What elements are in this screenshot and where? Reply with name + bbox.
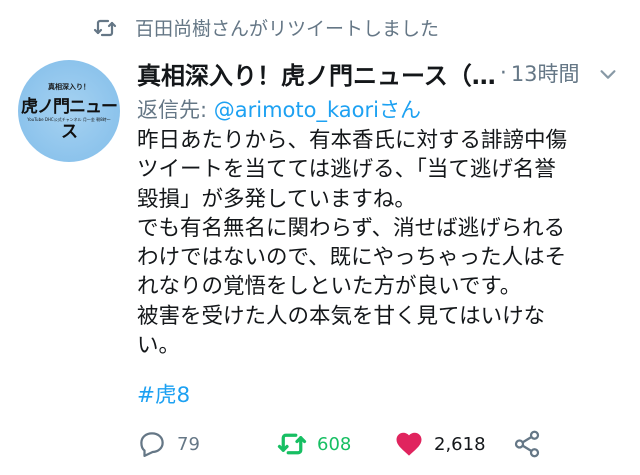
heart-icon (396, 432, 422, 456)
avatar[interactable]: 真相深入り！ 虎ノ門ニュース YouTube DHC公式チャンネル 月〜金 朝8… (18, 60, 120, 162)
share-icon (514, 430, 540, 458)
share-button[interactable] (512, 424, 542, 464)
avatar-sub-text: YouTube DHC公式チャンネル 月〜金 朝8時〜 (27, 117, 111, 122)
reply-to-suffix: さん (378, 98, 421, 122)
tweet-text: 昨日あたりから、有本香氏に対する誹謗中傷 ツイートを当てては逃げる、「当て逃げ名… (137, 128, 568, 359)
retweet-icon (277, 433, 307, 455)
reply-to-line: 返信先: @arimoto_kaoriさん (137, 94, 421, 124)
like-count: 2,618 (434, 433, 486, 455)
tweet-header: 真相深入り！虎ノ門ニュース（… · 13時間 (137, 56, 627, 90)
avatar-top-text: 真相深入り！ (48, 83, 90, 91)
retweet-icon (93, 19, 117, 36)
like-button[interactable]: 2,618 (394, 424, 486, 464)
retweet-count: 608 (317, 433, 352, 455)
reply-mention-link[interactable]: @arimoto_kaori (214, 98, 379, 122)
display-name[interactable]: 真相深入り！虎ノ門ニュース（… (137, 56, 496, 91)
separator-dot: · (499, 60, 507, 86)
reply-button[interactable]: 79 (137, 424, 200, 464)
timestamp[interactable]: 13時間 (511, 58, 580, 88)
retweet-notice[interactable]: 百田尚樹さんがリツイートしました (93, 14, 439, 41)
reply-count: 79 (177, 433, 200, 455)
reply-icon (140, 432, 164, 457)
retweet-notice-text: 百田尚樹さんがリツイートしました (135, 18, 440, 40)
reply-to-prefix: 返信先: (137, 98, 214, 122)
tweet-actions: 79 608 2,618 (137, 424, 617, 464)
retweet-button[interactable]: 608 (277, 424, 351, 464)
hashtag-link[interactable]: #虎8 (137, 378, 190, 409)
chevron-down-icon[interactable] (597, 63, 619, 85)
